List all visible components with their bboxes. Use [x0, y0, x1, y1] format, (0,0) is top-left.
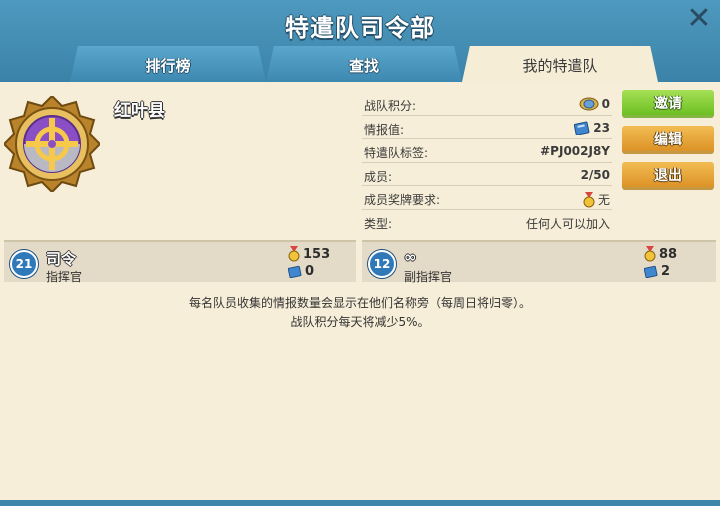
member-name: ∞: [404, 248, 417, 266]
member-name: 司令: [46, 250, 77, 268]
intel-icon: [574, 121, 590, 135]
members-label: 成员:: [364, 169, 393, 184]
member-intel: 0: [305, 264, 315, 279]
info-row-type: 类型: 任何人可以加入: [362, 210, 612, 234]
team-badge-icon: [4, 96, 100, 192]
info-notes: 每名队员收集的情报数量会显示在他们名称旁（每周日将归零）。 战队积分每天将减少5…: [0, 294, 720, 332]
members-value: 2/50: [580, 167, 610, 182]
page-title: 特遣队司令部: [285, 14, 435, 42]
intel-icon: [644, 265, 658, 278]
tag-label: 特遣队标签:: [364, 146, 429, 160]
type-value: 任何人可以加入: [525, 216, 610, 231]
member-medals: 153: [303, 246, 331, 262]
intel-label: 情报值:: [364, 122, 405, 137]
medal-icon: [583, 191, 595, 207]
team-name: 红叶县: [114, 101, 165, 121]
member-card[interactable]: 12 ∞ 副指挥官 88 2: [362, 240, 716, 284]
member-role: 指挥官: [46, 270, 83, 284]
member-card[interactable]: 21 司令 指挥官 153 0: [4, 240, 356, 284]
info-row-members: 成员: 2/50: [362, 163, 612, 186]
member-intel: 2: [661, 264, 671, 279]
points-value: 0: [601, 97, 610, 111]
info-row-points: 战队积分: 0: [362, 92, 612, 116]
tag-value: #PJ002J8Y: [540, 144, 610, 158]
type-label: 类型:: [364, 216, 393, 231]
info-row-medal-requirement: 成员奖牌要求: 无: [362, 186, 612, 210]
medal-points-icon: [579, 97, 599, 111]
tab-search[interactable]: 查找: [266, 46, 462, 82]
intel-icon: [288, 265, 302, 278]
info-row-intel: 情报值: 23: [362, 116, 612, 139]
member-level-badge: 12: [368, 250, 396, 278]
medal-icon: [644, 246, 656, 262]
leave-button[interactable]: 退出: [622, 162, 714, 190]
content-panel: 红叶县 战队积分: 0 情报值: 23 特遣队标签: #PJ002J8Y 成员:…: [0, 82, 720, 500]
info-row-tag: 特遣队标签: #PJ002J8Y: [362, 139, 612, 163]
intel-note: 每名队员收集的情报数量会显示在他们名称旁（每周日将归零）。: [188, 296, 531, 310]
medal-icon: [288, 246, 300, 262]
tab-leaderboard[interactable]: 排行榜: [70, 46, 266, 82]
medal-requirement-value: 无: [597, 193, 610, 207]
close-icon[interactable]: ✕: [686, 4, 712, 34]
edit-button[interactable]: 编辑: [622, 126, 714, 154]
points-label: 战队积分:: [364, 99, 417, 113]
member-medals: 88: [659, 246, 678, 262]
bottom-border: [0, 500, 720, 506]
intel-value: 23: [593, 120, 610, 135]
team-info-list: 战队积分: 0 情报值: 23 特遣队标签: #PJ002J8Y 成员: 2/5…: [362, 92, 612, 233]
medal-requirement-label: 成员奖牌要求:: [364, 193, 441, 207]
member-level-badge: 21: [10, 250, 38, 278]
tab-my-task-force[interactable]: 我的特遣队: [462, 46, 658, 82]
member-role: 副指挥官: [404, 270, 453, 284]
points-decay-note: 战队积分每天将减少5%。: [290, 315, 430, 329]
invite-button[interactable]: 邀请: [622, 90, 714, 118]
